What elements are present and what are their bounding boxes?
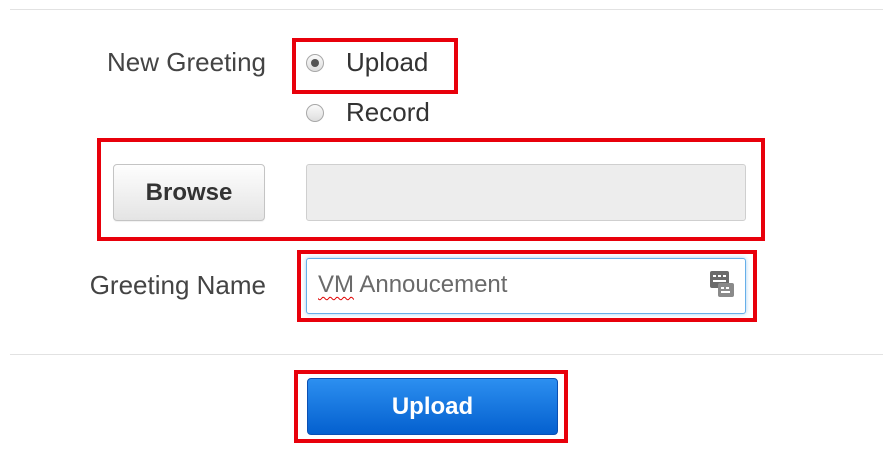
- radio-record-label: Record: [346, 97, 430, 127]
- bottom-divider: [10, 354, 883, 355]
- radio-upload-checked-icon[interactable]: [306, 53, 324, 72]
- greeting-name-input[interactable]: VM Annoucement: [306, 258, 746, 314]
- radio-upload-option[interactable]: Upload: [306, 47, 428, 78]
- radio-record-option[interactable]: Record: [306, 97, 430, 128]
- upload-submit-button[interactable]: Upload: [307, 378, 558, 435]
- radio-upload-label: Upload: [346, 47, 429, 77]
- new-greeting-label: New Greeting: [107, 47, 266, 77]
- file-path-field[interactable]: [306, 164, 746, 221]
- browse-button[interactable]: Browse: [113, 164, 265, 221]
- greeting-name-value-rest: Annoucement: [354, 271, 508, 298]
- top-divider: [10, 9, 883, 10]
- misspelled-word: VM: [318, 271, 354, 298]
- keyboard-suggestion-icon[interactable]: [709, 269, 735, 299]
- greeting-name-value[interactable]: VM Annoucement: [318, 271, 507, 299]
- greeting-name-label: Greeting Name: [89, 270, 266, 300]
- radio-record-unchecked-icon[interactable]: [306, 103, 324, 122]
